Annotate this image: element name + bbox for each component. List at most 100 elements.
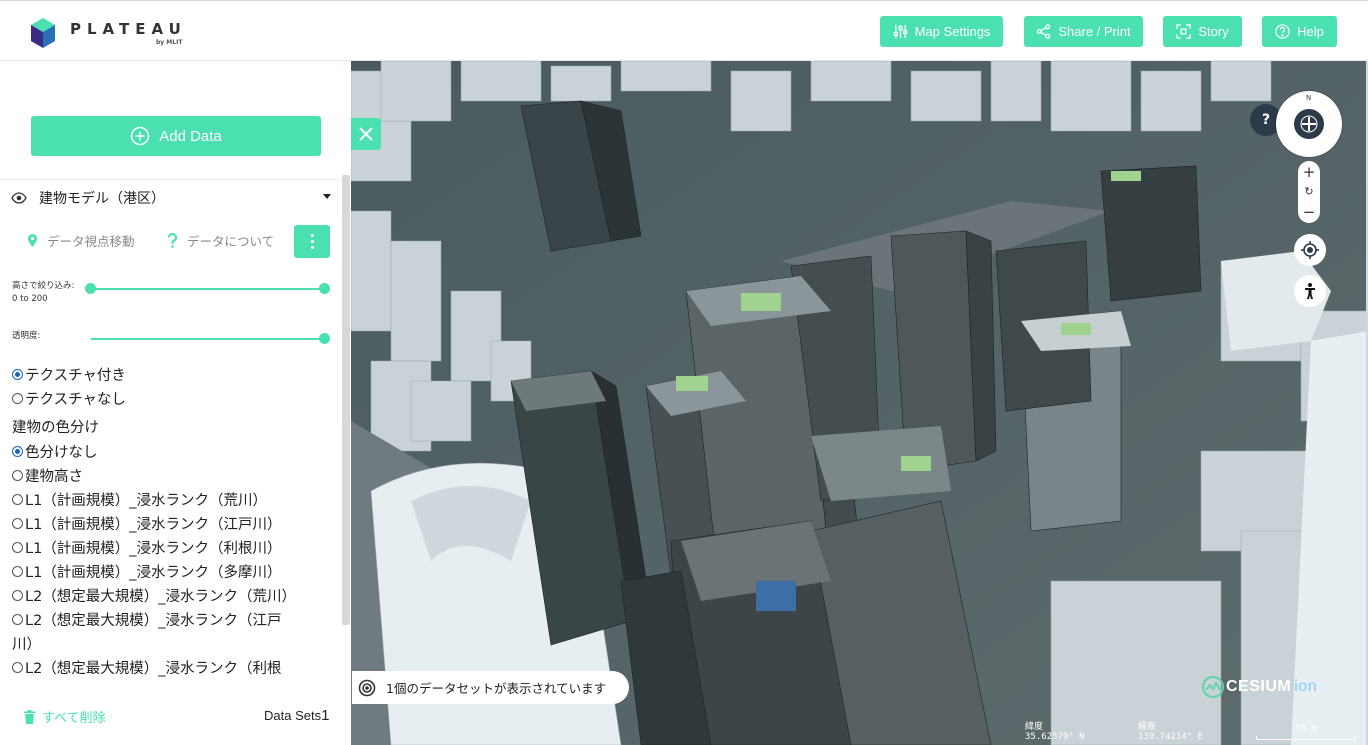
layer-header[interactable]: 建物モデル（港区） xyxy=(0,179,341,215)
color-option[interactable]: L2（想定最大規模）_浸水ランク（利根 xyxy=(12,657,282,678)
compass-pan-icon[interactable] xyxy=(1294,109,1324,139)
datasets-count: 1 xyxy=(321,707,330,724)
lon-value: 139.74214° E xyxy=(1138,732,1204,742)
map-settings-button[interactable]: Map Settings xyxy=(880,16,1003,47)
my-location-button[interactable] xyxy=(1294,234,1326,266)
about-data-link[interactable]: データについて xyxy=(166,231,274,250)
cesium-logo-icon xyxy=(1202,676,1224,698)
datasets-counter: Data Sets1 xyxy=(264,707,329,724)
move-view-link[interactable]: データ視点移動 xyxy=(26,231,135,250)
move-icon xyxy=(1300,115,1318,133)
city-scene[interactable] xyxy=(351,61,1368,745)
more-options-button[interactable] xyxy=(294,225,330,258)
color-option[interactable]: L1（計画規模）_浸水ランク（荒川） xyxy=(12,489,267,510)
color-option[interactable]: L1（計画規模）_浸水ランク（利根川） xyxy=(12,537,282,558)
color-option-label: 建物高さ xyxy=(25,469,83,485)
sidebar-scrollbar[interactable] xyxy=(342,175,350,625)
zoom-control: + ↻ − xyxy=(1298,161,1320,223)
color-option-label: L1（計画規模）_浸水ランク（荒川） xyxy=(25,493,268,509)
map-settings-label: Map Settings xyxy=(914,24,991,39)
texture-off-label: テクスチャなし xyxy=(25,392,126,408)
color-section-title: 建物の色分け xyxy=(12,420,99,436)
collapse-sidebar-button[interactable] xyxy=(351,118,381,150)
pedestrian-mode-button[interactable] xyxy=(1294,275,1326,307)
datasets-status-pill[interactable]: 1個のデータセットが表示されています xyxy=(352,671,629,704)
eye-icon[interactable] xyxy=(11,191,27,204)
scale-bar-line xyxy=(1256,736,1356,740)
height-filter-label: 高さで絞り込み: xyxy=(12,281,75,291)
height-slider-track[interactable] xyxy=(91,288,325,290)
color-option-label: L2（想定最大規模）_浸水ランク（荒川） xyxy=(25,589,297,605)
chevron-down-icon[interactable] xyxy=(323,194,331,199)
sliders-icon xyxy=(893,24,907,39)
texture-on-radio[interactable]: テクスチャ付き xyxy=(12,364,126,385)
compass-widget[interactable]: N xyxy=(1276,91,1342,157)
add-data-button[interactable]: Add Data xyxy=(31,116,321,156)
logo-sub: by MLIT xyxy=(156,39,183,46)
help-button[interactable]: Help xyxy=(1262,16,1337,47)
color-option[interactable]: 色分けなし xyxy=(12,441,98,462)
map-pin-icon xyxy=(28,234,37,247)
color-option-label: 色分けなし xyxy=(25,445,98,461)
help-label: Help xyxy=(1297,24,1324,39)
opacity-slider-track[interactable] xyxy=(91,338,325,340)
story-button[interactable]: Story xyxy=(1163,16,1242,47)
height-filter-range: 0 to 200 xyxy=(12,294,48,304)
logo-word: PLATEAU xyxy=(70,20,187,38)
radio-icon xyxy=(12,614,23,625)
help-icon xyxy=(1275,24,1290,39)
radio-icon xyxy=(12,566,23,577)
trash-icon xyxy=(24,709,35,724)
radio-icon xyxy=(12,494,23,505)
texture-off-radio[interactable]: テクスチャなし xyxy=(12,388,126,409)
longitude-readout: 経度 139.74214° E xyxy=(1138,722,1203,742)
cesium-label: CESIUM xyxy=(1226,678,1292,695)
kebab-dot xyxy=(310,234,314,237)
lat-value: 35.62579° N xyxy=(1025,732,1085,742)
color-option[interactable]: L1（計画規模）_浸水ランク（多摩川） xyxy=(12,561,282,582)
zoom-in-button[interactable]: + xyxy=(1303,163,1316,181)
story-label: Story xyxy=(1198,24,1229,39)
color-option[interactable]: L1（計画規模）_浸水ランク（江戸川） xyxy=(12,513,282,534)
delete-all-label: すべて削除 xyxy=(42,711,106,726)
color-option[interactable]: L2（想定最大規模）_浸水ランク（荒川） xyxy=(12,585,296,606)
app-root: PLATEAU by MLIT Map Settings Share / Pri… xyxy=(0,0,1368,745)
plus-circle-icon xyxy=(130,126,150,146)
latitude-readout: 緯度 35.62579° N xyxy=(1025,722,1085,742)
plateau-logo[interactable]: PLATEAU by MLIT xyxy=(30,15,200,51)
opacity-slider-thumb[interactable] xyxy=(319,333,330,344)
question-icon xyxy=(167,233,178,248)
height-slider-max-thumb[interactable] xyxy=(319,283,330,294)
lon-label: 経度 xyxy=(1138,722,1157,732)
share-print-button[interactable]: Share / Print xyxy=(1024,16,1143,47)
cesium-attribution[interactable]: CESIUM ion xyxy=(1202,676,1317,698)
color-option-label: L1（計画規模）_浸水ランク（利根川） xyxy=(25,541,282,557)
move-view-label: データ視点移動 xyxy=(47,234,135,249)
color-option[interactable]: L2（想定最大規模）_浸水ランク（江戸 xyxy=(12,609,282,630)
texture-on-label: テクスチャ付き xyxy=(25,368,126,384)
status-text: 1個のデータセットが表示されています xyxy=(386,681,607,696)
height-slider-min-thumb[interactable] xyxy=(85,283,96,294)
zoom-out-button[interactable]: − xyxy=(1303,203,1316,221)
radio-selected-icon xyxy=(12,446,23,457)
zoom-reset-button[interactable]: ↻ xyxy=(1304,185,1313,198)
share-print-label: Share / Print xyxy=(1058,24,1131,39)
color-option-label: L2（想定最大規模）_浸水ランク（利根 xyxy=(25,661,282,677)
share-icon xyxy=(1037,24,1051,39)
color-option[interactable]: 建物高さ xyxy=(12,465,83,486)
sidebar-footer: すべて削除 Data Sets1 xyxy=(0,693,351,745)
map-viewport[interactable] xyxy=(351,61,1368,745)
color-option-label: L1（計画規模）_浸水ランク（多摩川） xyxy=(25,565,282,581)
datasets-label: Data Sets xyxy=(264,708,322,723)
compass-north-label: N xyxy=(1306,94,1312,102)
kebab-dot xyxy=(310,246,314,249)
layer-title: 建物モデル（港区） xyxy=(39,190,165,207)
radio-icon xyxy=(12,662,23,673)
radio-icon xyxy=(12,393,23,404)
radio-icon xyxy=(12,590,23,601)
delete-all-button[interactable]: すべて削除 xyxy=(24,707,106,726)
radio-icon xyxy=(12,518,23,529)
opacity-label: 透明度: xyxy=(12,331,41,341)
story-icon xyxy=(1176,24,1192,39)
scale-bar: 50 m xyxy=(1256,724,1356,740)
